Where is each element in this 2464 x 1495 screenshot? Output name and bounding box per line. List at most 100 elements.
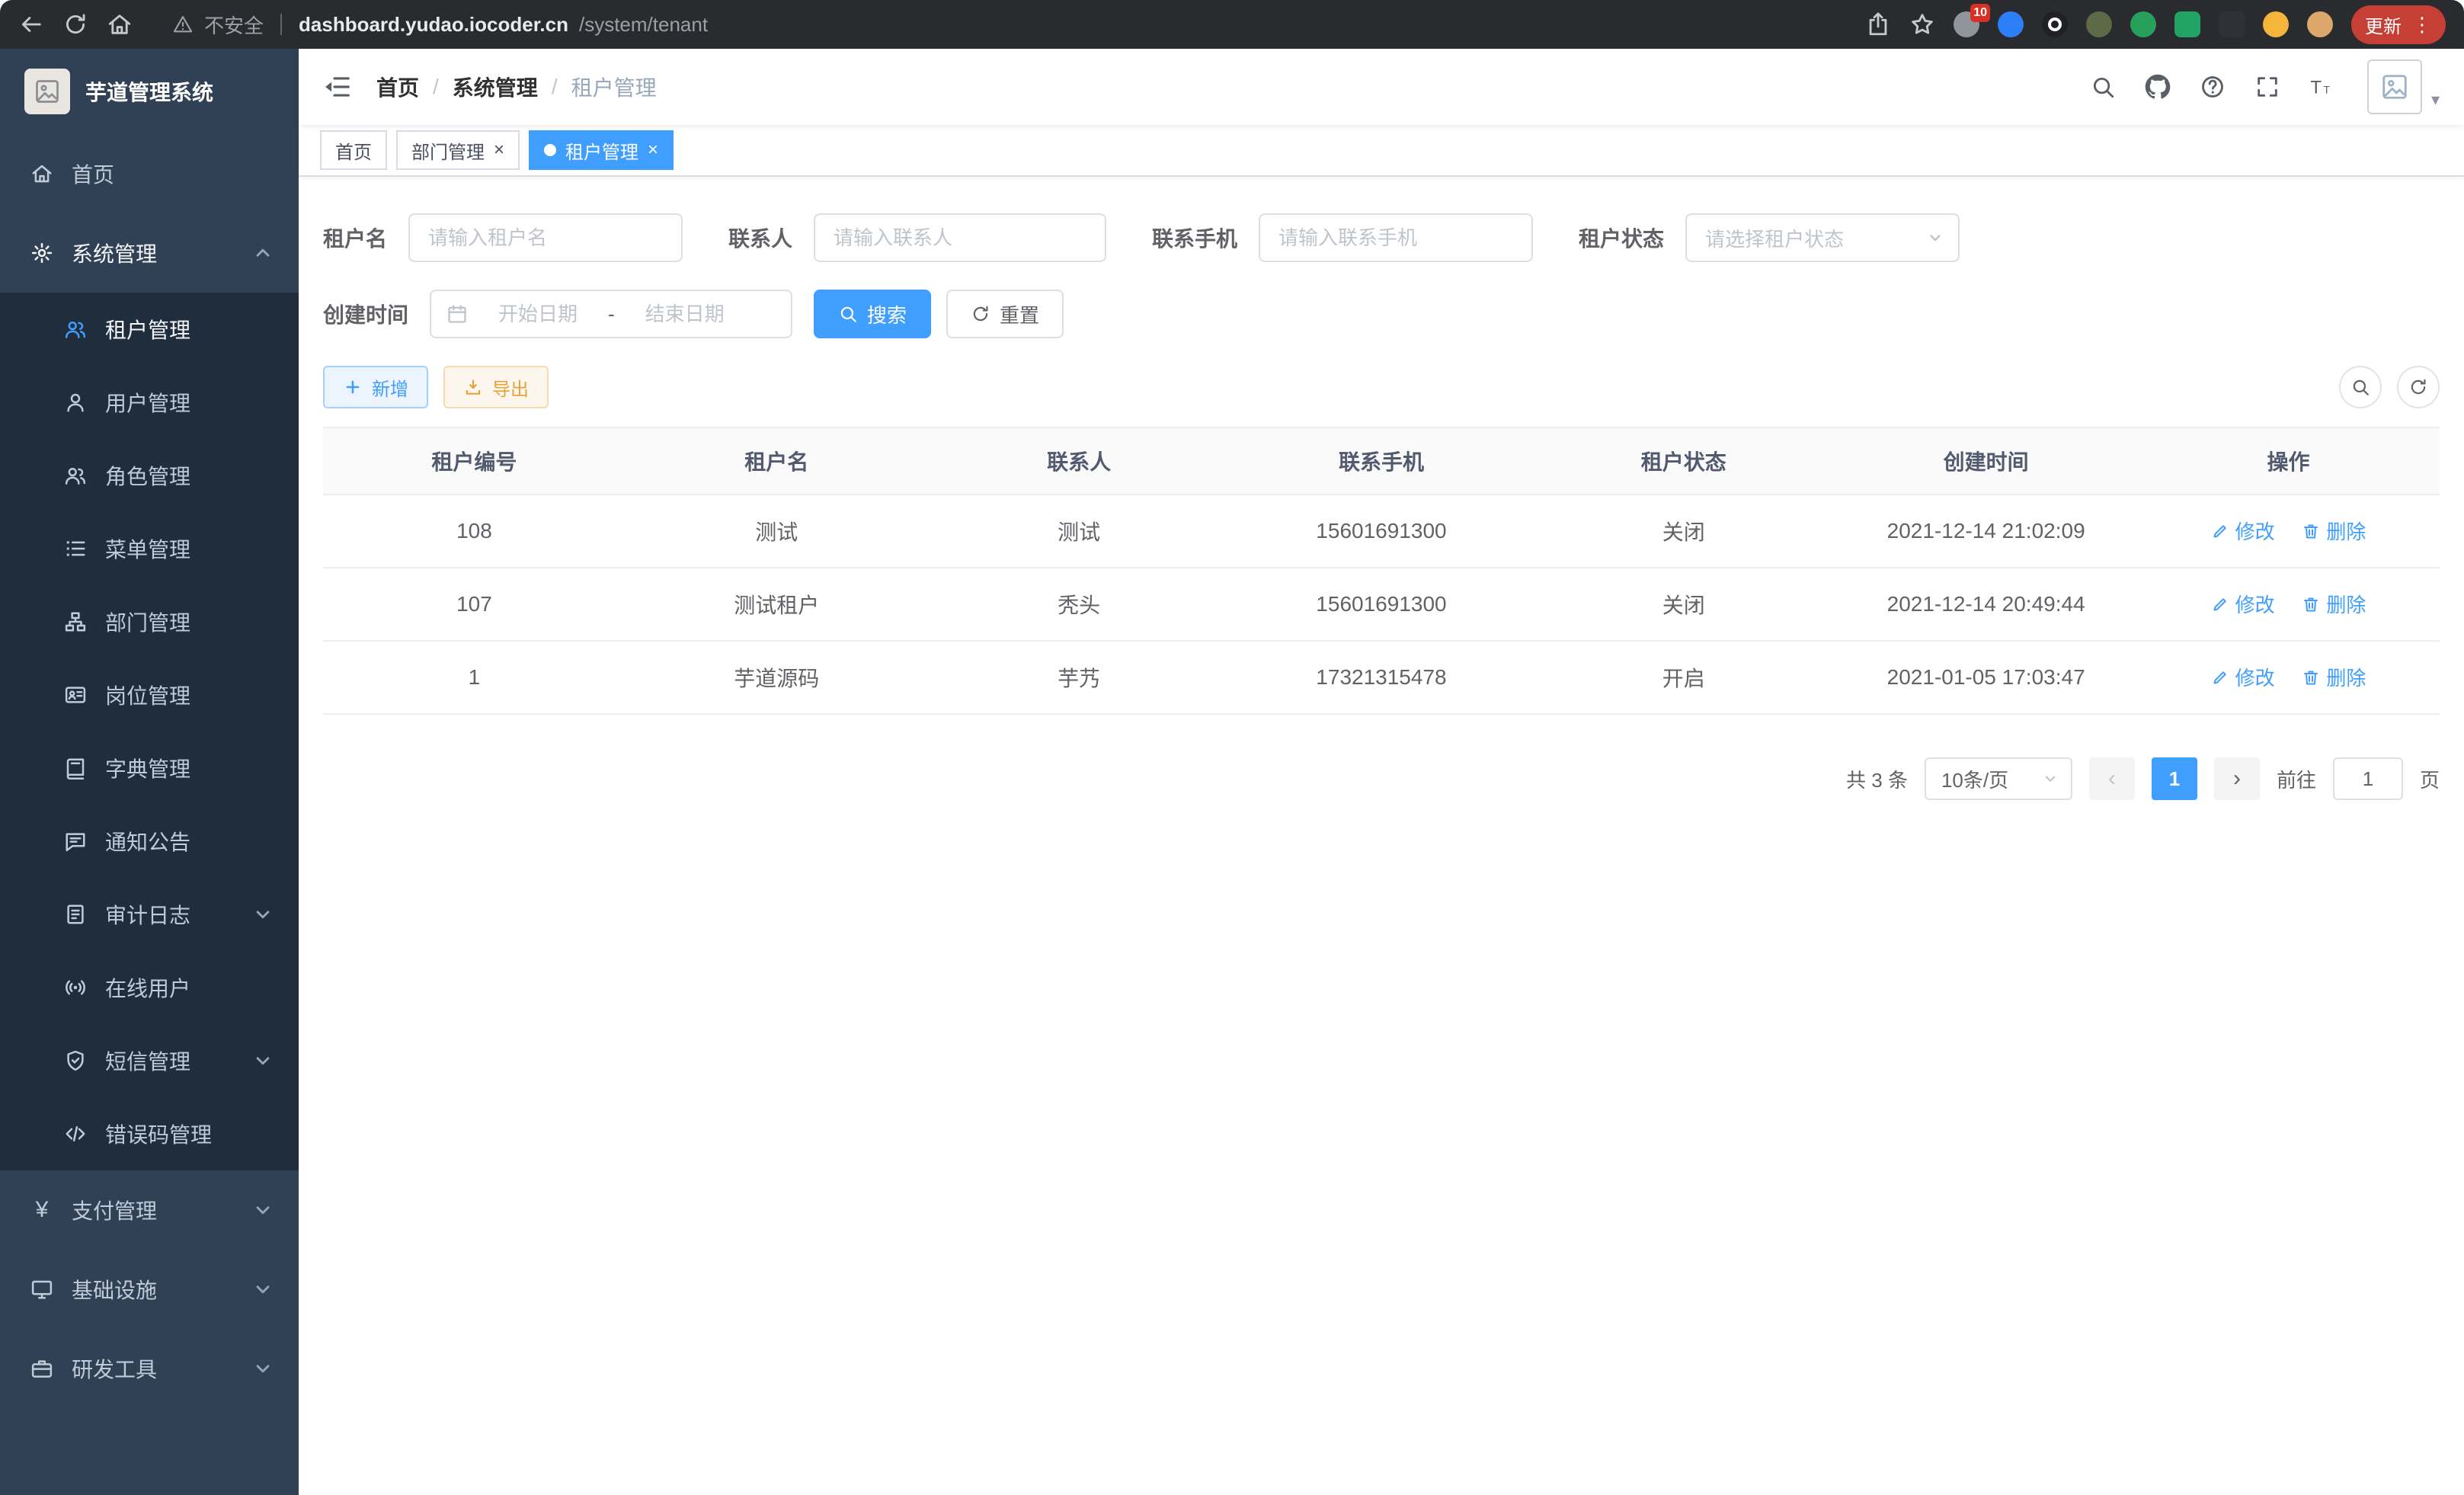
pagination: 共 3 条 10条/页 ‹ 1 › 前往 页 [323,757,2440,800]
close-icon[interactable]: × [494,141,504,159]
tab-tenant-active[interactable]: 租户管理 × [529,130,674,170]
sidebar-item-tenant[interactable]: 租户管理 [0,293,299,366]
show-search-button[interactable] [2339,366,2382,408]
filter-label: 联系人 [728,222,792,253]
fullscreen-icon[interactable] [2254,74,2280,100]
sidebar-item-role[interactable]: 角色管理 [0,439,299,512]
breadcrumb-system[interactable]: 系统管理 [453,72,538,102]
contact-input[interactable] [814,213,1106,262]
tab-dept[interactable]: 部门管理 × [396,130,520,170]
col-status: 租户状态 [1532,427,1835,495]
start-date-input[interactable] [474,303,602,326]
address-bar[interactable]: 不安全 dashboard.yudao.iocoder.cn/system/te… [172,11,1847,39]
sidebar-item-label: 基础设施 [72,1274,157,1305]
sidebar-item-menu[interactable]: 菜单管理 [0,512,299,585]
tab-label: 首页 [335,137,372,164]
sidebar-fold-icon[interactable] [323,72,352,101]
breadcrumb-home[interactable]: 首页 [376,72,419,102]
tab-home[interactable]: 首页 [320,130,387,170]
sidebar-item-online-user[interactable]: 在线用户 [0,951,299,1024]
table-row: 1 芋道源码 芋艿 17321315478 开启 2021-01-05 17:0… [323,641,2440,714]
filter-create-time: 创建时间 - [323,290,792,338]
code-icon [64,1122,87,1145]
sidebar-item-post[interactable]: 岗位管理 [0,658,299,731]
prev-page-button[interactable]: ‹ [2089,757,2135,800]
extension-icon-6[interactable] [2174,11,2200,37]
goto-suffix: 页 [2420,765,2440,793]
sidebar-item-infra[interactable]: 基础设施 [0,1250,299,1329]
pagination-total: 共 3 条 [1846,765,1908,793]
current-page-button[interactable]: 1 [2152,757,2197,800]
font-size-icon[interactable] [2309,74,2335,100]
sidebar-item-audit-log[interactable]: 审计日志 [0,878,299,951]
end-date-input[interactable] [621,303,749,326]
book-icon [64,757,87,780]
search-button[interactable]: 搜索 [814,290,931,338]
edit-link[interactable]: 修改 [2211,517,2275,545]
org-tree-icon [64,610,87,633]
next-page-button[interactable]: › [2214,757,2260,800]
sidebar-item-notice[interactable]: 通知公告 [0,805,299,878]
toolbar-right [2339,366,2440,408]
sidebar-item-system[interactable]: 系统管理 [0,213,299,293]
extension-icon-4[interactable] [2086,11,2112,37]
share-icon[interactable] [1865,11,1891,37]
sidebar-item-dict[interactable]: 字典管理 [0,731,299,805]
filter-label: 创建时间 [323,299,408,329]
profile-avatar[interactable] [2307,11,2333,37]
export-button-label: 导出 [492,374,529,401]
page-size-select[interactable]: 10条/页 [1925,757,2072,800]
close-icon[interactable]: × [648,141,658,159]
sidebar-item-devtools[interactable]: 研发工具 [0,1329,299,1408]
active-dot [544,144,556,156]
export-button[interactable]: 导出 [443,366,549,408]
chrome-update-button[interactable]: 更新 ⋮ [2351,5,2446,44]
browser-back-icon[interactable] [18,11,44,37]
delete-link[interactable]: 删除 [2302,517,2366,545]
gear-icon [30,242,53,264]
edit-link[interactable]: 修改 [2211,663,2275,691]
extension-icon-7[interactable] [2219,11,2245,37]
shield-icon [64,1049,87,1072]
badge-icon [64,683,87,706]
page-size-value: 10条/页 [1941,765,2008,793]
update-label: 更新 [2365,11,2402,38]
extension-icon-3[interactable] [2042,11,2068,37]
sidebar-item-error-code[interactable]: 错误码管理 [0,1097,299,1170]
sidebar-item-home[interactable]: 首页 [0,134,299,213]
edit-link[interactable]: 修改 [2211,590,2275,618]
sidebar-item-label: 支付管理 [72,1195,157,1225]
delete-link[interactable]: 删除 [2302,590,2366,618]
app-title: 芋道管理系统 [85,76,213,107]
tenant-name-input[interactable] [408,213,683,262]
sidebar-item-label: 短信管理 [105,1045,190,1076]
sidebar-item-dept[interactable]: 部门管理 [0,585,299,658]
browser-home-icon[interactable] [107,11,133,37]
bookmark-star-icon[interactable] [1909,11,1935,37]
sidebar-item-user[interactable]: 用户管理 [0,366,299,439]
extension-icon-2[interactable] [1998,11,2024,37]
phone-input[interactable] [1259,213,1533,262]
refresh-table-button[interactable] [2397,366,2440,408]
app-logo[interactable]: 芋道管理系统 [0,49,299,134]
sidebar-item-payment[interactable]: ¥ 支付管理 [0,1170,299,1250]
header-search-icon[interactable] [2090,74,2116,100]
status-select[interactable]: 请选择租户状态 [1685,213,1960,262]
date-range-picker[interactable]: - [430,290,792,338]
extension-icon-5[interactable] [2130,11,2156,37]
goto-page-input[interactable] [2333,757,2403,800]
delete-link[interactable]: 删除 [2302,663,2366,691]
help-icon[interactable] [2200,74,2226,100]
download-icon [463,377,483,397]
github-icon[interactable] [2145,74,2171,100]
col-created: 创建时间 [1835,427,2137,495]
browser-reload-icon[interactable] [62,11,88,37]
browser-menu-icon[interactable]: ⋮ [2412,14,2432,34]
user-avatar-dropdown[interactable]: ▾ [2367,59,2440,114]
extension-icon-1[interactable]: 10 [1954,11,1979,37]
url-host: dashboard.yudao.iocoder.cn [299,13,568,37]
extension-icon-8[interactable] [2263,11,2289,37]
add-button[interactable]: 新增 [323,366,428,408]
sidebar-item-sms[interactable]: 短信管理 [0,1024,299,1097]
reset-button[interactable]: 重置 [946,290,1064,338]
